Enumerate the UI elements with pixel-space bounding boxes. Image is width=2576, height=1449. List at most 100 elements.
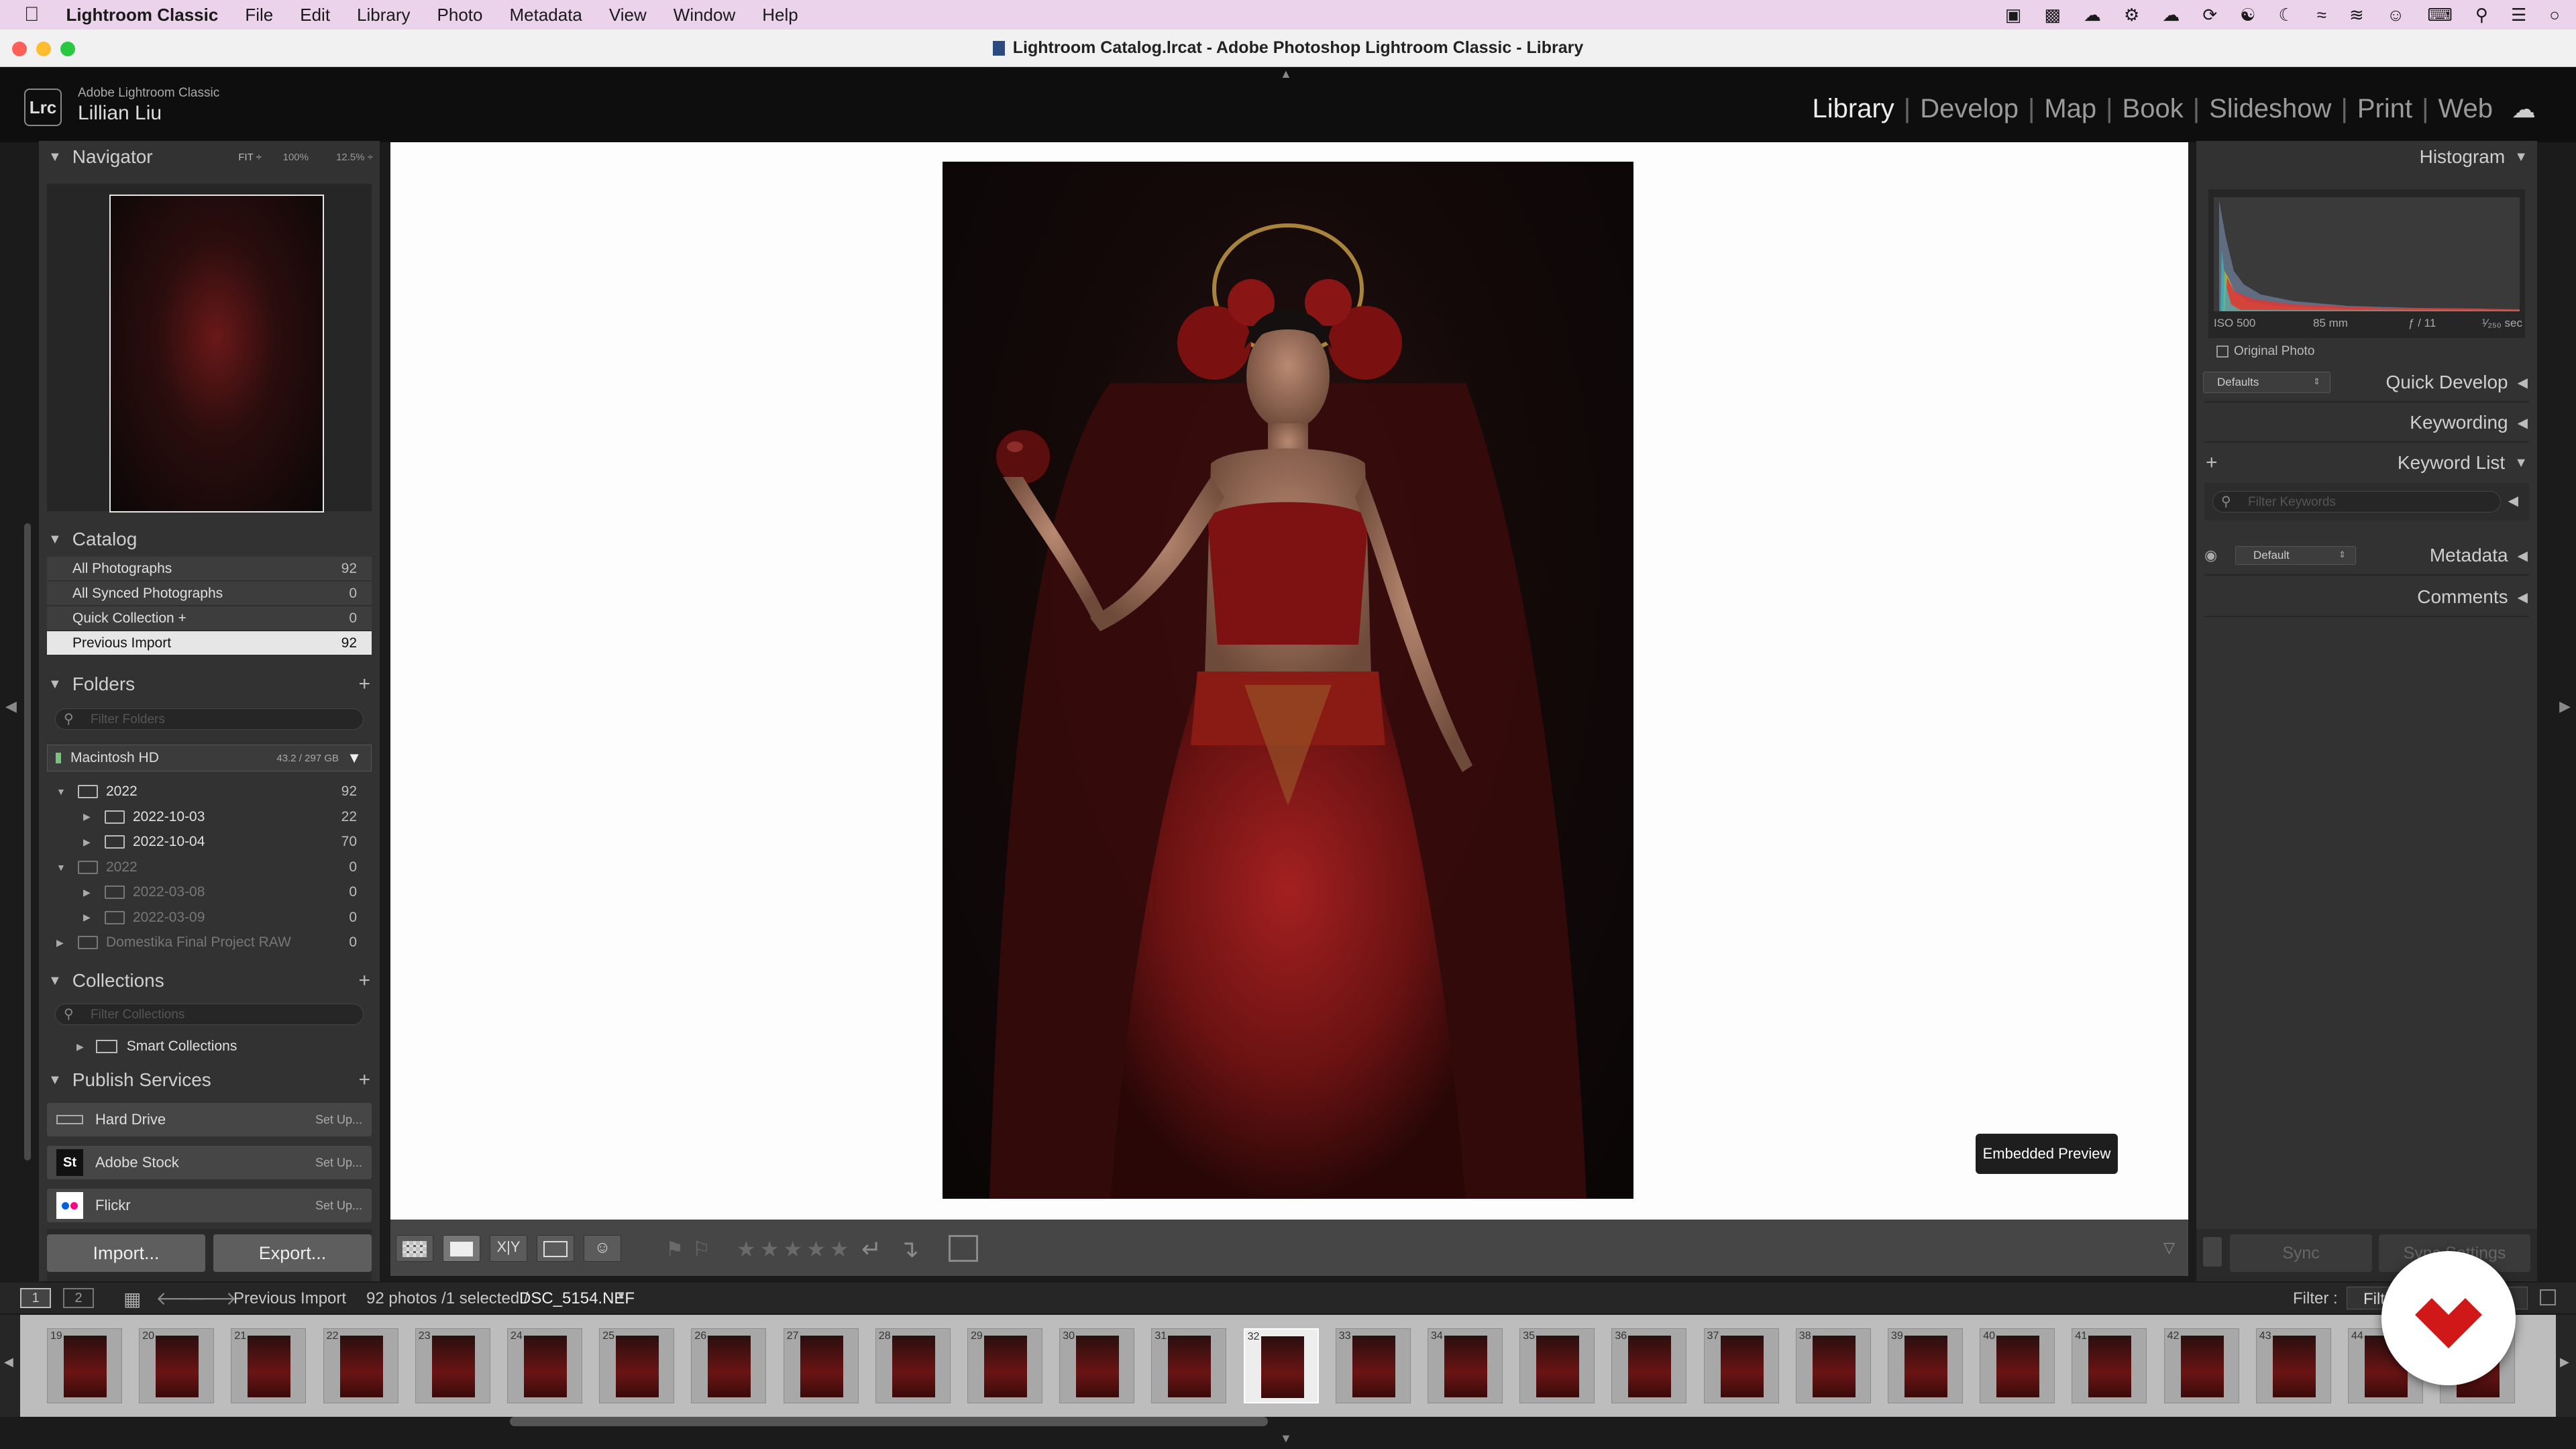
- filmstrip-thumbnail[interactable]: 24: [507, 1328, 582, 1403]
- menu-view[interactable]: View: [609, 5, 647, 25]
- publish-setup-button[interactable]: Set Up...: [315, 1113, 362, 1127]
- left-panel-toggle-icon[interactable]: ◀: [5, 698, 17, 715]
- cloud-icon[interactable]: ☁: [2162, 5, 2180, 25]
- module-library[interactable]: Library: [1813, 94, 1894, 124]
- expand-triangle-icon[interactable]: ▶: [83, 887, 97, 898]
- publish-service-adobe-stock[interactable]: St Adobe Stock Set Up...: [47, 1146, 372, 1179]
- menu-edit[interactable]: Edit: [300, 5, 330, 25]
- right-panel-toggle-icon[interactable]: ▶: [2559, 698, 2571, 715]
- menu-file[interactable]: File: [245, 5, 273, 25]
- histogram-header[interactable]: Histogram ▼: [2196, 141, 2537, 173]
- publish-service-flickr[interactable]: Flickr Set Up...: [47, 1189, 372, 1222]
- module-develop[interactable]: Develop: [1920, 94, 2019, 124]
- filmstrip-thumbnail[interactable]: 40: [1980, 1328, 2055, 1403]
- main-window-button[interactable]: 1: [20, 1288, 51, 1308]
- module-print[interactable]: Print: [2357, 94, 2412, 124]
- filmstrip-thumbnail[interactable]: 31: [1151, 1328, 1227, 1403]
- grid-icon[interactable]: ▦: [123, 1288, 141, 1310]
- zoom-fit[interactable]: FIT ÷: [238, 152, 262, 163]
- folder-filter-input[interactable]: ⚲ Filter Folders: [55, 708, 364, 730]
- filmstrip-scroll-left-icon[interactable]: ◀: [4, 1355, 13, 1369]
- people-view-button[interactable]: ☺: [584, 1235, 621, 1262]
- filmstrip-thumbnail[interactable]: 21: [231, 1328, 307, 1403]
- survey-view-button[interactable]: [537, 1235, 574, 1262]
- keywording-header[interactable]: Keywording ◀: [2196, 407, 2537, 439]
- keyword-filter-arrow-icon[interactable]: ◀: [2508, 492, 2518, 509]
- metadata-preset-select[interactable]: Default ⇕: [2235, 546, 2356, 565]
- search-icon[interactable]: ⚲: [2475, 5, 2488, 25]
- rotate-left-icon[interactable]: ↵: [861, 1235, 881, 1263]
- zoom-window-button[interactable]: [60, 42, 75, 56]
- collections-header[interactable]: ▼ Collections +: [39, 965, 380, 997]
- creative-cloud-icon[interactable]: ☁: [2084, 5, 2101, 25]
- module-book[interactable]: Book: [2123, 94, 2184, 124]
- forward-arrow-icon[interactable]: 🡒: [186, 1287, 237, 1309]
- folder-item[interactable]: ▶ 2022-03-09 0: [47, 906, 372, 930]
- filmstrip-thumbnail[interactable]: 38: [1795, 1328, 1871, 1403]
- collapse-triangle-icon[interactable]: ▼: [56, 786, 70, 797]
- filter-lock-icon[interactable]: [2540, 1289, 2556, 1305]
- publish-setup-button[interactable]: Set Up...: [315, 1199, 362, 1213]
- sync-button[interactable]: Sync: [2230, 1234, 2372, 1272]
- catalog-item-all-synced[interactable]: All Synced Photographs 0: [47, 582, 372, 606]
- folder-item[interactable]: ▼ 2022 92: [47, 780, 372, 804]
- expand-triangle-icon[interactable]: ▶: [76, 1041, 84, 1053]
- filmstrip-thumbnail[interactable]: 34: [1428, 1328, 1503, 1403]
- filmstrip-thumbnail[interactable]: 23: [415, 1328, 490, 1403]
- module-slideshow[interactable]: Slideshow: [2209, 94, 2331, 124]
- eye-icon[interactable]: ◉: [2204, 547, 2217, 564]
- filmstrip-thumbnail[interactable]: 19: [47, 1328, 122, 1403]
- filmstrip-source[interactable]: Previous Import: [233, 1289, 346, 1308]
- filmstrip-thumbnail[interactable]: 37: [1703, 1328, 1779, 1403]
- folder-item[interactable]: ▶ Domestika Final Project RAW 0: [47, 930, 372, 955]
- zoom-100[interactable]: 100%: [283, 152, 309, 163]
- cloud-sync-icon[interactable]: ☁: [2512, 95, 2536, 123]
- expand-triangle-icon[interactable]: ▶: [83, 912, 97, 923]
- filmstrip-thumbnail[interactable]: 27: [783, 1328, 859, 1403]
- app-status-icon[interactable]: ▣: [2005, 5, 2022, 25]
- filmstrip-filename[interactable]: DSC_5154.NEF: [519, 1289, 635, 1308]
- add-collection-icon[interactable]: +: [358, 969, 370, 992]
- smart-collections-item[interactable]: ▶ Smart Collections: [47, 1034, 372, 1059]
- volume-macintosh-hd[interactable]: Macintosh HD 43.2 / 297 GB ▼: [47, 745, 372, 771]
- add-publish-service-icon[interactable]: +: [358, 1069, 370, 1091]
- quick-develop-header[interactable]: Defaults ⇕ Quick Develop ◀: [2196, 366, 2537, 398]
- filmstrip-thumbnail[interactable]: 43: [2255, 1328, 2331, 1403]
- export-button[interactable]: Export...: [213, 1234, 372, 1272]
- add-folder-icon[interactable]: +: [358, 673, 370, 696]
- filmstrip-thumbnail[interactable]: 20: [139, 1328, 215, 1403]
- filmstrip-thumbnail[interactable]: 42: [2163, 1328, 2239, 1403]
- filename-dropdown-icon[interactable]: ▾: [619, 1289, 624, 1303]
- folder-item[interactable]: ▶ 2022-03-08 0: [47, 880, 372, 904]
- filmstrip-thumbnail[interactable]: 35: [1519, 1328, 1595, 1403]
- import-button[interactable]: Import...: [47, 1234, 205, 1272]
- menu-help[interactable]: Help: [762, 5, 798, 25]
- menu-library[interactable]: Library: [357, 5, 410, 25]
- minimize-window-button[interactable]: [36, 42, 51, 56]
- navigator-preview[interactable]: [47, 184, 372, 513]
- keyboard-icon[interactable]: ⌨: [2427, 5, 2453, 25]
- folder-item[interactable]: ▶ 2022-10-04 70: [47, 830, 372, 854]
- folders-header[interactable]: ▼ Folders +: [39, 668, 380, 700]
- moon-icon[interactable]: ☾: [2278, 5, 2294, 25]
- filmstrip-thumbnail[interactable]: 29: [967, 1328, 1042, 1403]
- loupe-viewer[interactable]: Embedded Preview: [390, 142, 2188, 1220]
- zoom-custom[interactable]: 12.5% ÷: [336, 152, 373, 163]
- catalog-item-quick-collection[interactable]: Quick Collection + 0: [47, 606, 372, 631]
- loupe-view-button[interactable]: [443, 1235, 480, 1262]
- original-photo-checkbox[interactable]: [2216, 345, 2229, 358]
- star-rating[interactable]: ★★★★★: [737, 1236, 853, 1262]
- apple-icon[interactable]: : [24, 3, 40, 26]
- expand-triangle-icon[interactable]: ▶: [56, 937, 70, 949]
- main-photo[interactable]: [943, 162, 1633, 1199]
- filmstrip[interactable]: 19 20 21 22 23 24 25 26 27 28 29 30 31 32 33 34 35 36 37 38…: [20, 1315, 2556, 1417]
- folder-item[interactable]: ▼ 2022 0: [47, 855, 372, 879]
- crop-overlay-icon[interactable]: [949, 1235, 978, 1262]
- sync-toggle-switch[interactable]: [2203, 1237, 2222, 1267]
- comments-header[interactable]: Comments ◀: [2196, 581, 2537, 613]
- flag-reject-icon[interactable]: ⚐: [692, 1238, 710, 1261]
- filmstrip-scrollbar-thumb[interactable]: [510, 1417, 1268, 1426]
- publish-services-header[interactable]: ▼ Publish Services +: [39, 1064, 380, 1096]
- toolbar-menu-icon[interactable]: ▽: [2163, 1239, 2175, 1256]
- sync-icon[interactable]: ⟳: [2202, 5, 2217, 25]
